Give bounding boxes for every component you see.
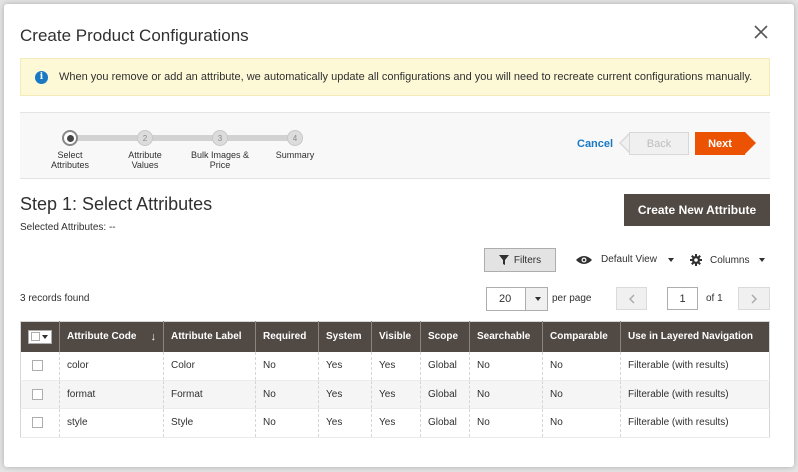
chevron-right-icon	[751, 294, 757, 303]
cell-system: Yes	[318, 408, 372, 438]
per-page-dropdown-button[interactable]	[525, 288, 547, 310]
previous-page-button[interactable]	[616, 287, 647, 310]
cell-visible: Yes	[371, 408, 421, 438]
row-checkbox[interactable]	[32, 359, 43, 371]
eye-icon	[576, 255, 592, 264]
mass-select-dropdown[interactable]	[28, 329, 52, 344]
table-row[interactable]: style Style No Yes Yes Global No No Filt…	[20, 408, 770, 438]
next-arrow-shape[interactable]	[745, 132, 756, 154]
column-required[interactable]: Required	[255, 321, 319, 352]
cell-system: Yes	[318, 380, 372, 409]
modal: Create Product Configurations i When you…	[4, 4, 794, 467]
view-label: Default View	[601, 254, 657, 265]
cell-required: No	[255, 408, 319, 438]
columns-selector[interactable]: Columns	[690, 254, 766, 266]
cancel-link[interactable]: Cancel	[577, 138, 613, 150]
notice-banner: i When you remove or add an attribute, w…	[20, 58, 770, 96]
page-number-input[interactable]: 1	[667, 287, 698, 310]
cell-attribute-label: Color	[163, 351, 256, 381]
columns-label: Columns	[710, 254, 750, 266]
cell-attribute-label: Format	[163, 380, 256, 409]
step-2-indicator[interactable]: 2	[137, 130, 153, 146]
cell-layered-navigation: Filterable (with results)	[620, 408, 770, 438]
next-button[interactable]: Next	[695, 132, 745, 155]
table-row[interactable]: color Color No Yes Yes Global No No Filt…	[20, 351, 770, 381]
cell-required: No	[255, 380, 319, 409]
chevron-down-icon	[534, 297, 541, 301]
column-system[interactable]: System	[318, 321, 372, 352]
per-page-value[interactable]: 20	[487, 288, 525, 310]
cell-comparable: No	[542, 351, 621, 381]
cell-scope: Global	[420, 408, 470, 438]
filters-label: Filters	[513, 254, 542, 266]
records-count: 3 records found	[20, 293, 90, 304]
create-attribute-button[interactable]: Create New Attribute	[624, 194, 770, 226]
cell-required: No	[255, 351, 319, 381]
column-searchable[interactable]: Searchable	[469, 321, 543, 352]
chevron-down-icon	[667, 257, 674, 262]
cell-comparable: No	[542, 380, 621, 409]
cell-searchable: No	[469, 408, 543, 438]
cell-scope: Global	[420, 380, 470, 409]
selected-attributes: Selected Attributes: --	[20, 222, 116, 233]
next-page-button[interactable]	[738, 287, 770, 310]
cell-attribute-code: color	[59, 351, 164, 381]
step-1-indicator[interactable]	[62, 130, 78, 146]
filters-button[interactable]: Filters	[484, 248, 556, 272]
row-checkbox[interactable]	[32, 417, 43, 429]
cell-visible: Yes	[371, 380, 421, 409]
cell-attribute-code: style	[59, 408, 164, 438]
notice-text: When you remove or add an attribute, we …	[59, 71, 753, 83]
attributes-grid: Attribute Code ↓ Attribute Label Required…	[20, 321, 770, 438]
info-icon: i	[35, 70, 48, 84]
row-checkbox[interactable]	[32, 388, 43, 400]
step-3-indicator[interactable]: 3	[212, 130, 228, 146]
column-layered-navigation[interactable]: Use in Layered Navigation	[620, 321, 770, 352]
column-comparable[interactable]: Comparable	[542, 321, 621, 352]
table-row[interactable]: format Format No Yes Yes Global No No Fi…	[20, 380, 770, 409]
column-attribute-label[interactable]: Attribute Label	[163, 321, 256, 352]
chevron-down-icon	[42, 334, 48, 339]
step-1-label: Select Attributes	[50, 150, 90, 170]
cell-layered-navigation: Filterable (with results)	[620, 351, 770, 381]
filter-icon	[498, 255, 509, 265]
chevron-left-icon	[628, 294, 634, 303]
cell-attribute-label: Style	[163, 408, 256, 438]
back-button[interactable]: Back	[629, 132, 689, 155]
cell-layered-navigation: Filterable (with results)	[620, 380, 770, 409]
mass-select-checkbox[interactable]	[31, 332, 40, 341]
cell-scope: Global	[420, 351, 470, 381]
column-attribute-code[interactable]: Attribute Code ↓	[59, 321, 164, 352]
view-selector[interactable]: Default View	[576, 254, 674, 265]
row-select-cell[interactable]	[20, 380, 60, 409]
cell-system: Yes	[318, 351, 372, 381]
cell-attribute-code: format	[59, 380, 164, 409]
grid-header-row: Attribute Code ↓ Attribute Label Required…	[20, 321, 770, 352]
row-select-cell[interactable]	[20, 351, 60, 381]
step-heading: Step 1: Select Attributes	[20, 194, 213, 214]
close-icon[interactable]	[752, 23, 770, 41]
mass-action-header[interactable]	[20, 321, 60, 352]
modal-title: Create Product Configurations	[20, 26, 249, 45]
row-select-cell[interactable]	[20, 408, 60, 438]
step-progress-line	[66, 135, 292, 141]
sort-arrow-icon[interactable]: ↓	[151, 331, 157, 343]
gear-icon	[690, 254, 702, 266]
step-4-indicator[interactable]: 4	[287, 130, 303, 146]
column-scope[interactable]: Scope	[420, 321, 470, 352]
cell-comparable: No	[542, 408, 621, 438]
per-page-select[interactable]: 20	[486, 287, 548, 311]
cell-searchable: No	[469, 351, 543, 381]
chevron-down-icon	[759, 258, 766, 262]
step-4-label: Summary	[275, 150, 315, 160]
column-visible[interactable]: Visible	[371, 321, 421, 352]
step-3-label: Bulk Images & Price	[190, 150, 250, 170]
step-2-label: Attribute Values	[128, 150, 162, 170]
cell-searchable: No	[469, 380, 543, 409]
page-total: of 1	[706, 293, 723, 304]
wizard-bar: 2 3 4 Select Attributes Attribute Values B…	[20, 112, 770, 179]
cell-visible: Yes	[371, 351, 421, 381]
per-page-label: per page	[552, 293, 592, 304]
